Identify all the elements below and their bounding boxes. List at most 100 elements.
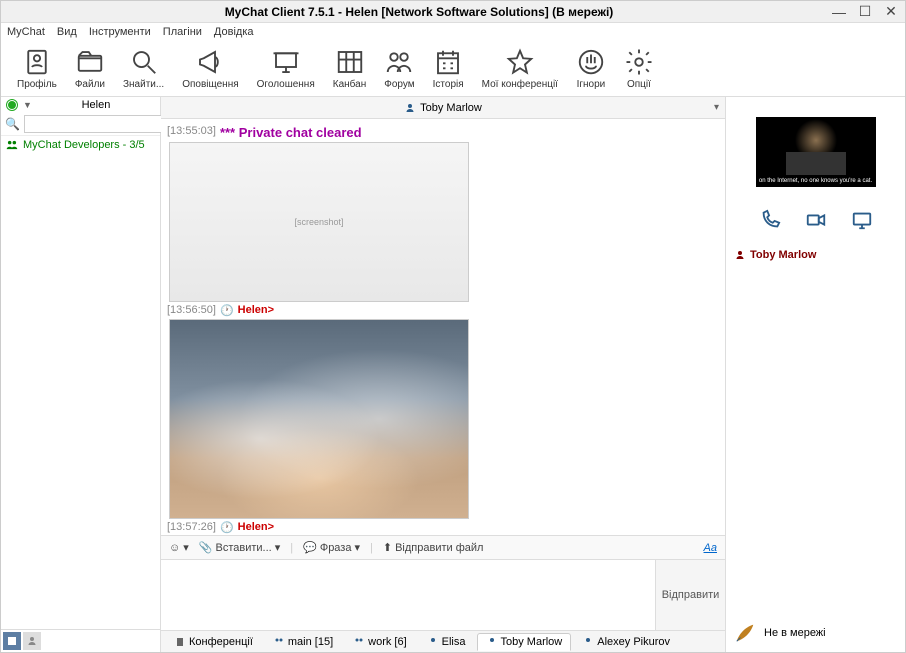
person-icon bbox=[427, 636, 439, 648]
tool-notifications[interactable]: Оповіщення bbox=[182, 47, 238, 90]
screenshot-image[interactable]: [screenshot] bbox=[169, 142, 469, 302]
chat-panel: Toby Marlow ▾ [13:55:03] *** Private cha… bbox=[161, 97, 725, 652]
phrase-button[interactable]: 💬 Фраза ▾ bbox=[303, 541, 360, 554]
clouds-image[interactable] bbox=[169, 319, 469, 519]
tool-announcements[interactable]: Оголошення bbox=[257, 47, 315, 90]
tool-ignores[interactable]: Ігнори bbox=[576, 47, 606, 90]
menu-view[interactable]: Вид bbox=[57, 26, 77, 38]
main-area: ▼ Helen 🔍 ✕ MyChat Developers - 3/5 Toby… bbox=[1, 97, 905, 652]
tool-forum-label: Форум bbox=[384, 79, 414, 90]
tool-history[interactable]: Історія bbox=[433, 47, 464, 90]
presentation-icon bbox=[271, 47, 301, 77]
group-icon bbox=[5, 138, 19, 152]
view-users-button[interactable] bbox=[23, 632, 41, 650]
search-icon bbox=[129, 47, 159, 77]
contact-group-label: MyChat Developers - 3/5 bbox=[23, 139, 145, 151]
tool-myconf[interactable]: Мої конференції bbox=[482, 47, 558, 90]
tab-label: main [15] bbox=[288, 636, 333, 648]
system-message-row: [13:55:03] *** Private chat cleared bbox=[167, 125, 719, 140]
close-button[interactable]: ✕ bbox=[885, 6, 897, 18]
tool-options[interactable]: Опції bbox=[624, 47, 654, 90]
sendfile-label: Відправити файл bbox=[395, 542, 483, 554]
tab-label: Elisa bbox=[442, 636, 466, 648]
tool-myconf-label: Мої конференції bbox=[482, 79, 558, 90]
calendar-icon bbox=[433, 47, 463, 77]
tool-ignores-label: Ігнори bbox=[577, 79, 606, 90]
compose-toolbar: ☺ ▾ 📎 Вставити... ▾ | 💬 Фраза ▾ | ⬆ Відп… bbox=[161, 535, 725, 559]
tab-label: Toby Marlow bbox=[501, 636, 563, 648]
timestamp: [13:55:03] bbox=[167, 125, 216, 137]
voice-call-button[interactable] bbox=[759, 209, 781, 231]
view-contacts-button[interactable] bbox=[3, 632, 21, 650]
attach-button[interactable]: 📎 Вставити... ▾ bbox=[199, 541, 280, 554]
gear-icon bbox=[624, 47, 654, 77]
chat-partner-name: Toby Marlow bbox=[420, 102, 482, 114]
sidebar: ▼ Helen 🔍 ✕ MyChat Developers - 3/5 bbox=[1, 97, 161, 652]
star-icon bbox=[505, 47, 535, 77]
user-icon bbox=[26, 635, 38, 647]
send-label: Відправити bbox=[662, 589, 720, 601]
video-call-button[interactable] bbox=[805, 209, 827, 231]
tab-work[interactable]: work [6] bbox=[344, 633, 416, 651]
format-button[interactable]: Aa bbox=[704, 542, 717, 554]
system-message-text: *** Private chat cleared bbox=[220, 125, 362, 140]
maximize-button[interactable]: ☐ bbox=[859, 6, 871, 18]
phrase-label: Фраза bbox=[320, 542, 352, 554]
menu-plugins[interactable]: Плагіни bbox=[163, 26, 202, 38]
menu-help[interactable]: Довідка bbox=[214, 26, 254, 38]
timestamp: [13:57:26] bbox=[167, 521, 216, 533]
menu-tools[interactable]: Інструменти bbox=[89, 26, 151, 38]
tool-kanban[interactable]: Канбан bbox=[333, 47, 367, 90]
tool-history-label: Історія bbox=[433, 79, 464, 90]
tab-toby-marlow[interactable]: Toby Marlow bbox=[477, 633, 572, 651]
window-title: MyChat Client 7.5.1 - Helen [Network Sof… bbox=[5, 5, 833, 19]
avatar-image bbox=[756, 117, 876, 175]
send-button[interactable]: Відправити bbox=[655, 560, 725, 630]
tool-find[interactable]: Знайти... bbox=[123, 47, 164, 90]
tab-label: work [6] bbox=[368, 636, 407, 648]
tool-profile[interactable]: Профіль bbox=[17, 47, 57, 90]
chat-header: Toby Marlow ▾ bbox=[161, 97, 725, 119]
tab-alexey[interactable]: Alexey Pikurov bbox=[573, 633, 679, 651]
user-status-row[interactable]: ▼ Helen bbox=[1, 97, 160, 113]
tab-elisa[interactable]: Elisa bbox=[418, 633, 475, 651]
titlebar: MyChat Client 7.5.1 - Helen [Network Sof… bbox=[1, 1, 905, 23]
current-user-label: Helen bbox=[38, 99, 154, 111]
tab-main[interactable]: main [15] bbox=[264, 633, 342, 651]
emoji-button[interactable]: ☺ ▾ bbox=[169, 541, 189, 554]
contact-avatar[interactable]: on the Internet, no one knows you're a c… bbox=[756, 117, 876, 187]
clock-icon: 🕐 bbox=[220, 304, 234, 317]
person-icon bbox=[582, 636, 594, 648]
menu-mychat[interactable]: MyChat bbox=[7, 26, 45, 38]
person-icon bbox=[734, 249, 746, 261]
chat-header-dropdown[interactable]: ▾ bbox=[714, 102, 719, 113]
sender-label: Helen> bbox=[238, 304, 274, 316]
status-online-icon bbox=[7, 100, 17, 110]
screen-share-button[interactable] bbox=[851, 209, 873, 231]
status-text: Не в мережі bbox=[764, 627, 826, 639]
tab-conferences[interactable]: Конференції bbox=[165, 633, 262, 651]
menubar: MyChat Вид Інструменти Плагіни Довідка bbox=[1, 23, 905, 41]
tool-options-label: Опції bbox=[627, 79, 651, 90]
group-icon bbox=[353, 636, 365, 648]
tool-kanban-label: Канбан bbox=[333, 79, 367, 90]
tool-forum[interactable]: Форум bbox=[384, 47, 414, 90]
contact-name-row: Toby Marlow bbox=[734, 249, 816, 261]
minimize-button[interactable]: — bbox=[833, 6, 845, 18]
folder-icon bbox=[75, 47, 105, 77]
building-icon bbox=[174, 636, 186, 648]
search-row: 🔍 ✕ bbox=[1, 113, 160, 136]
contact-group-item[interactable]: MyChat Developers - 3/5 bbox=[1, 136, 160, 154]
tool-files[interactable]: Файли bbox=[75, 47, 105, 90]
contact-name-label: Toby Marlow bbox=[750, 249, 816, 261]
sendfile-button[interactable]: ⬆ Відправити файл bbox=[383, 541, 484, 554]
message-input[interactable] bbox=[161, 560, 655, 630]
quill-icon bbox=[734, 622, 756, 644]
message-row: [13:56:50] 🕐 Helen> bbox=[167, 304, 719, 317]
tool-announcements-label: Оголошення bbox=[257, 79, 315, 90]
clock-icon: 🕐 bbox=[220, 521, 234, 534]
avatar-caption: on the Internet, no one knows you're a c… bbox=[756, 175, 876, 187]
toolbar: Профіль Файли Знайти... Оповіщення Оголо… bbox=[1, 41, 905, 97]
search-input[interactable] bbox=[24, 115, 172, 133]
search-icon[interactable]: 🔍 bbox=[5, 117, 20, 131]
